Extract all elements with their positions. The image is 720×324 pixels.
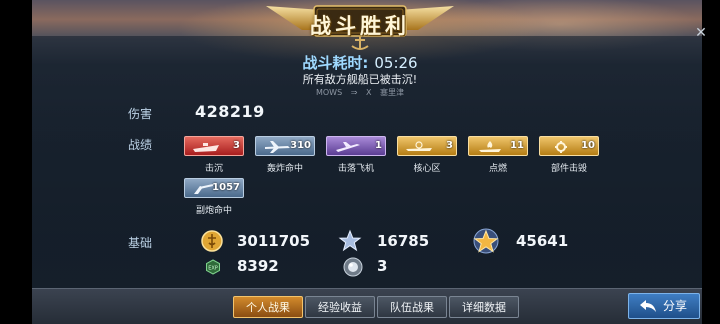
medal-label: 轰炸命中 xyxy=(266,164,303,174)
medal-citadel[interactable]: 3 核心区 xyxy=(397,136,457,176)
medal-count: 310 xyxy=(290,140,311,151)
medal-count: 3 xyxy=(446,140,453,151)
damage-value: 428219 xyxy=(195,102,265,121)
tab-detailed-data[interactable]: 详细数据 xyxy=(449,296,519,318)
medal-sunk[interactable]: 3 击沉 xyxy=(184,136,244,176)
gear-icon xyxy=(555,141,567,153)
medal-label: 副炮命中 xyxy=(195,206,232,216)
medal-label: 点燃 xyxy=(488,164,507,174)
player-c-name: 塞里津 xyxy=(380,88,404,97)
tab-exp-earnings[interactable]: 经验收益 xyxy=(305,296,375,318)
right-letterbox xyxy=(702,0,720,324)
close-icon: ✕ xyxy=(695,25,707,41)
close-button[interactable]: ✕ xyxy=(690,25,712,41)
battle-duration-label: 战斗耗时: xyxy=(302,54,369,72)
pearl-icon xyxy=(343,257,363,277)
medal-secondary-hits[interactable]: 1057 副炮命中 xyxy=(184,178,244,218)
player-a-name: MOWS xyxy=(315,88,343,97)
battle-duration: 战斗耗时: 05:26 xyxy=(0,52,720,73)
medal-planes-downed[interactable]: 1 击落飞机 xyxy=(326,136,386,176)
core-icon xyxy=(406,141,432,151)
medal-label: 击落飞机 xyxy=(337,164,374,174)
exp-value: 16785 xyxy=(377,232,430,250)
medal-fires[interactable]: 11 点燃 xyxy=(468,136,528,176)
coin-icon xyxy=(201,230,223,252)
share-arrow-icon xyxy=(640,300,656,312)
free-exp-icon: EXP xyxy=(206,259,220,275)
left-letterbox xyxy=(0,0,32,324)
medal-count: 10 xyxy=(581,140,595,151)
medal-modules-destroyed[interactable]: 10 部件击毁 xyxy=(539,136,599,176)
medal-bomb-hits[interactable]: 310 轰炸命中 xyxy=(255,136,315,176)
pearls-value: 3 xyxy=(377,257,388,275)
basic-label: 基础 xyxy=(128,236,153,250)
commander-exp-star-icon xyxy=(473,228,499,254)
medal-count: 3 xyxy=(233,140,240,151)
medal-label: 核心区 xyxy=(413,164,441,174)
medal-count: 11 xyxy=(510,140,524,151)
free-exp-badge-text: EXP xyxy=(208,266,218,272)
commander-exp-value: 45641 xyxy=(516,232,569,250)
ship-icon xyxy=(193,143,219,152)
tab-personal-results[interactable]: 个人战果 xyxy=(233,296,303,318)
arrow-icon: ⇒ xyxy=(350,88,358,97)
medal-label: 击沉 xyxy=(204,164,223,174)
medal-count: 1057 xyxy=(212,182,240,193)
medal-count: 1 xyxy=(375,140,382,151)
coins-value: 3011705 xyxy=(237,232,311,250)
medal-label: 部件击毁 xyxy=(550,164,587,174)
damage-label: 伤害 xyxy=(128,107,153,121)
plane-icon xyxy=(336,142,360,152)
tab-team-results[interactable]: 队伍战果 xyxy=(377,296,447,318)
exp-star-icon xyxy=(338,229,362,252)
all-enemies-sunk-message: 所有敌方舰船已被击沉! xyxy=(302,73,418,86)
player-names: MOWS ⇒ X 塞里津 xyxy=(0,87,720,98)
share-label: 分享 xyxy=(662,299,687,313)
battle-duration-value: 05:26 xyxy=(374,54,418,72)
share-button[interactable]: 分享 xyxy=(628,293,700,319)
victory-banner: 战斗胜利 xyxy=(262,0,458,52)
free-exp-value: 8392 xyxy=(237,257,279,275)
victory-title: 战斗胜利 xyxy=(310,14,410,38)
fire-icon xyxy=(479,141,501,152)
player-b-name: X xyxy=(365,88,372,97)
achievements-label: 战绩 xyxy=(128,138,153,152)
